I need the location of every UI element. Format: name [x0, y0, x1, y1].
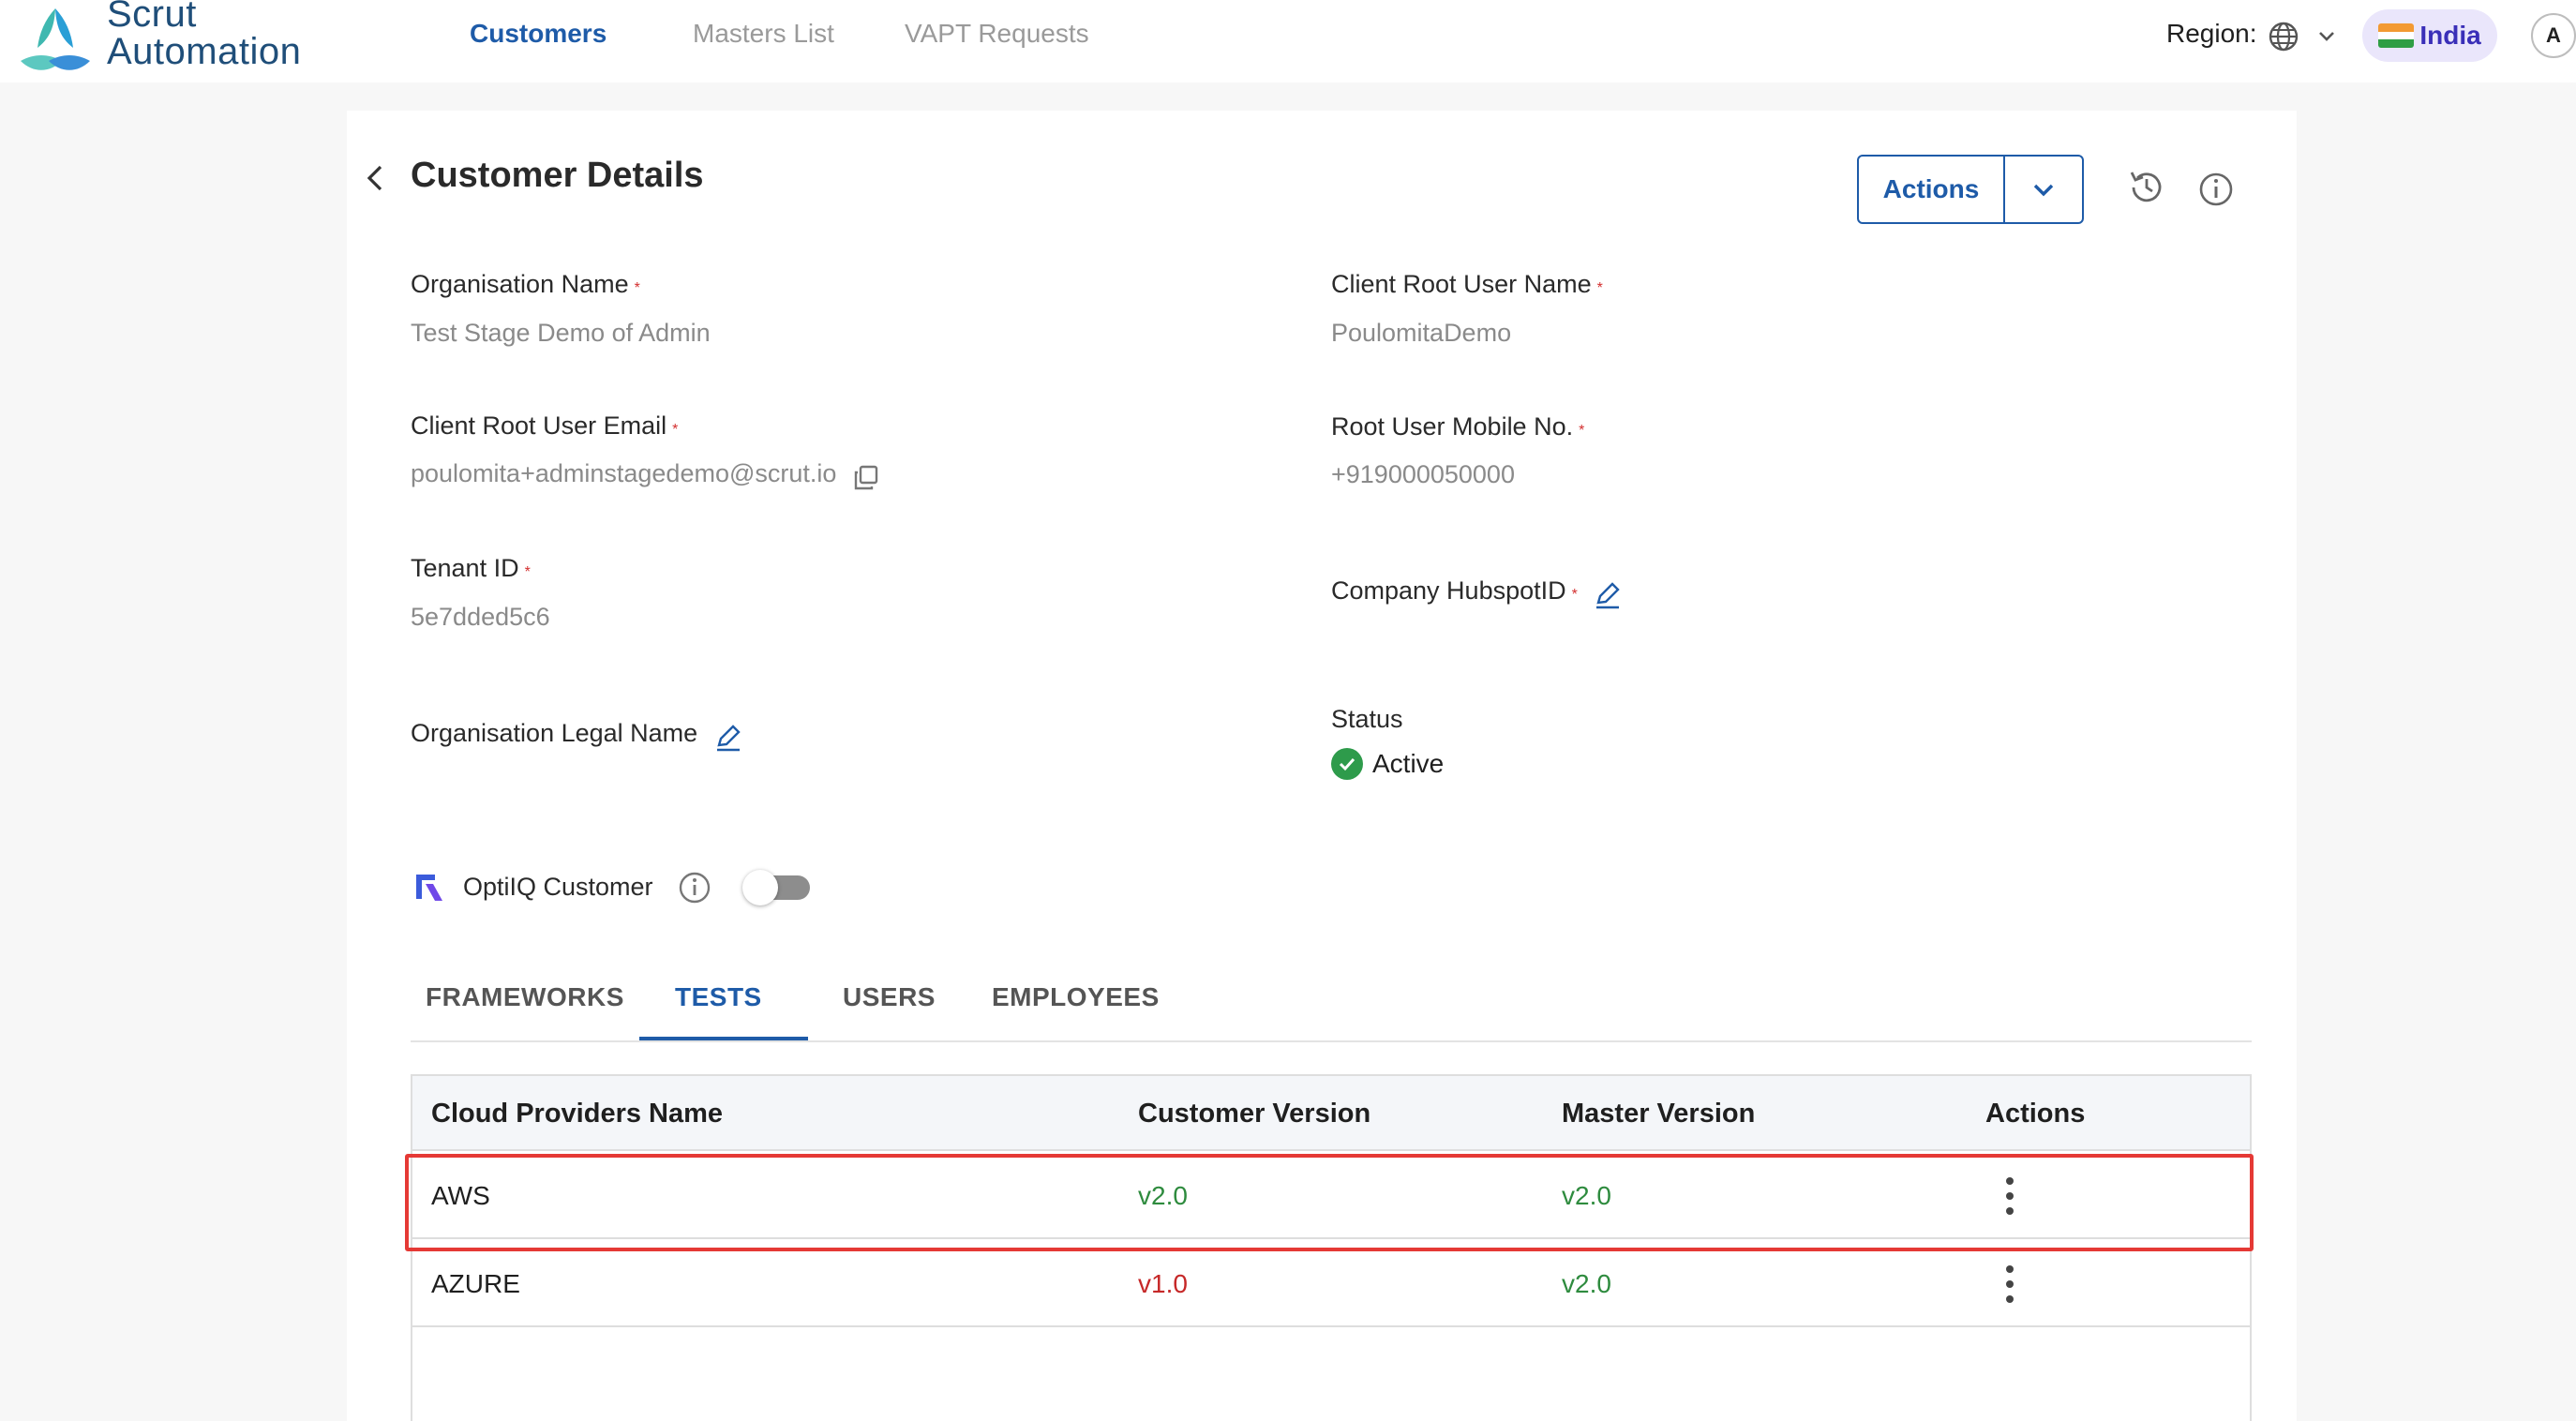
- chevron-down-icon[interactable]: [2315, 24, 2338, 47]
- kebab-menu-icon[interactable]: [2000, 1174, 2019, 1219]
- copy-icon[interactable]: [852, 464, 880, 492]
- customer-version: v2.0: [1138, 1181, 1188, 1210]
- status-value: Active: [1372, 749, 1445, 778]
- toggle-knob: [742, 870, 778, 905]
- legal-name-row: Organisation Legal Name: [411, 719, 743, 753]
- required-mark: *: [1571, 587, 1578, 603]
- hubspot-id-row: Company HubspotID *: [1331, 576, 1623, 610]
- chevron-down-icon: [2033, 184, 2054, 197]
- master-version: v2.0: [1562, 1269, 1611, 1298]
- scrut-logo-icon: [21, 8, 90, 70]
- status-label: Status: [1331, 705, 1403, 733]
- column-header-customer-version[interactable]: Customer Version: [1138, 1099, 1370, 1129]
- brand-name-line1: Scrut: [107, 0, 197, 35]
- column-header-name[interactable]: Cloud Providers Name: [431, 1099, 723, 1129]
- master-version: v2.0: [1562, 1181, 1611, 1210]
- column-header-actions: Actions: [1985, 1099, 2086, 1129]
- tab-employees[interactable]: EMPLOYEES: [992, 982, 1160, 1012]
- optiq-toggle[interactable]: [742, 870, 814, 905]
- page-title: Customer Details: [411, 156, 704, 195]
- nav-customers[interactable]: Customers: [470, 19, 607, 49]
- customer-version: v1.0: [1138, 1269, 1188, 1298]
- nav-masters-list[interactable]: Masters List: [693, 19, 834, 49]
- root-user-email-label: Client Root User Email *: [411, 411, 679, 440]
- back-arrow-icon[interactable]: [362, 159, 390, 197]
- tab-frameworks[interactable]: FRAMEWORKS: [426, 982, 624, 1012]
- table-row[interactable]: AZURE v1.0 v2.0: [412, 1241, 2250, 1327]
- optiq-customer-label: OptiIQ Customer: [463, 873, 653, 901]
- check-circle-icon: [1331, 748, 1363, 780]
- root-user-name-value: PoulomitaDemo: [1331, 319, 1512, 347]
- required-mark: *: [524, 564, 531, 580]
- actions-dropdown-toggle[interactable]: [2005, 157, 2082, 222]
- edit-pencil-icon[interactable]: [713, 723, 743, 753]
- status-badge: Active: [1331, 748, 1444, 780]
- india-flag-icon: [2378, 23, 2415, 48]
- required-mark: *: [634, 280, 640, 296]
- active-tab-indicator: [639, 1037, 808, 1040]
- required-mark: *: [672, 422, 679, 438]
- user-avatar[interactable]: A: [2531, 13, 2576, 58]
- actions-split-button: Actions: [1857, 155, 2084, 224]
- edit-pencil-icon[interactable]: [1593, 580, 1623, 610]
- root-user-mobile-value: +919000050000: [1331, 460, 1515, 488]
- region-label: Region:: [2166, 19, 2257, 48]
- hubspot-id-label: Company HubspotID: [1331, 576, 1566, 605]
- table-row[interactable]: AWS v2.0 v2.0: [412, 1153, 2250, 1239]
- legal-name-label: Organisation Legal Name: [411, 719, 698, 747]
- provider-name: AWS: [431, 1181, 490, 1210]
- root-user-email-value: poulomita+adminstagedemo@scrut.io: [411, 459, 837, 487]
- top-bar: Scrut Automation Customers Masters List …: [0, 0, 2576, 82]
- nav-vapt-requests[interactable]: VAPT Requests: [905, 19, 1089, 49]
- globe-icon[interactable]: [2268, 21, 2299, 52]
- kebab-menu-icon[interactable]: [2000, 1262, 2019, 1307]
- history-icon[interactable]: [2126, 167, 2167, 208]
- org-name-value: Test Stage Demo of Admin: [411, 319, 711, 347]
- info-icon[interactable]: [2197, 171, 2235, 208]
- tabs-divider: [411, 1040, 2252, 1042]
- tab-tests[interactable]: TESTS: [675, 982, 762, 1012]
- root-user-mobile-label: Root User Mobile No. *: [1331, 412, 1585, 441]
- tenant-id-label: Tenant ID *: [411, 554, 531, 582]
- country-name: India: [2419, 21, 2481, 50]
- cloud-providers-table: Cloud Providers Name Customer Version Ma…: [411, 1074, 2252, 1421]
- required-mark: *: [1596, 280, 1603, 296]
- country-selector[interactable]: India: [2362, 9, 2497, 62]
- tab-users[interactable]: USERS: [843, 982, 936, 1012]
- org-name-label: Organisation Name *: [411, 270, 640, 298]
- provider-name: AZURE: [431, 1269, 520, 1298]
- optiq-logo-icon: [416, 875, 442, 901]
- brand-logo[interactable]: Scrut Automation: [17, 0, 301, 82]
- tenant-id-value: 5e7dded5c6: [411, 603, 550, 631]
- table-header: Cloud Providers Name Customer Version Ma…: [412, 1076, 2250, 1151]
- info-icon[interactable]: [677, 870, 712, 905]
- required-mark: *: [1579, 423, 1585, 439]
- column-header-master-version[interactable]: Master Version: [1562, 1099, 1755, 1129]
- actions-button[interactable]: Actions: [1859, 157, 2005, 222]
- root-user-name-label: Client Root User Name *: [1331, 270, 1603, 298]
- root-user-email-row: poulomita+adminstagedemo@scrut.io: [411, 459, 880, 492]
- brand-name-line2: Automation: [107, 31, 302, 72]
